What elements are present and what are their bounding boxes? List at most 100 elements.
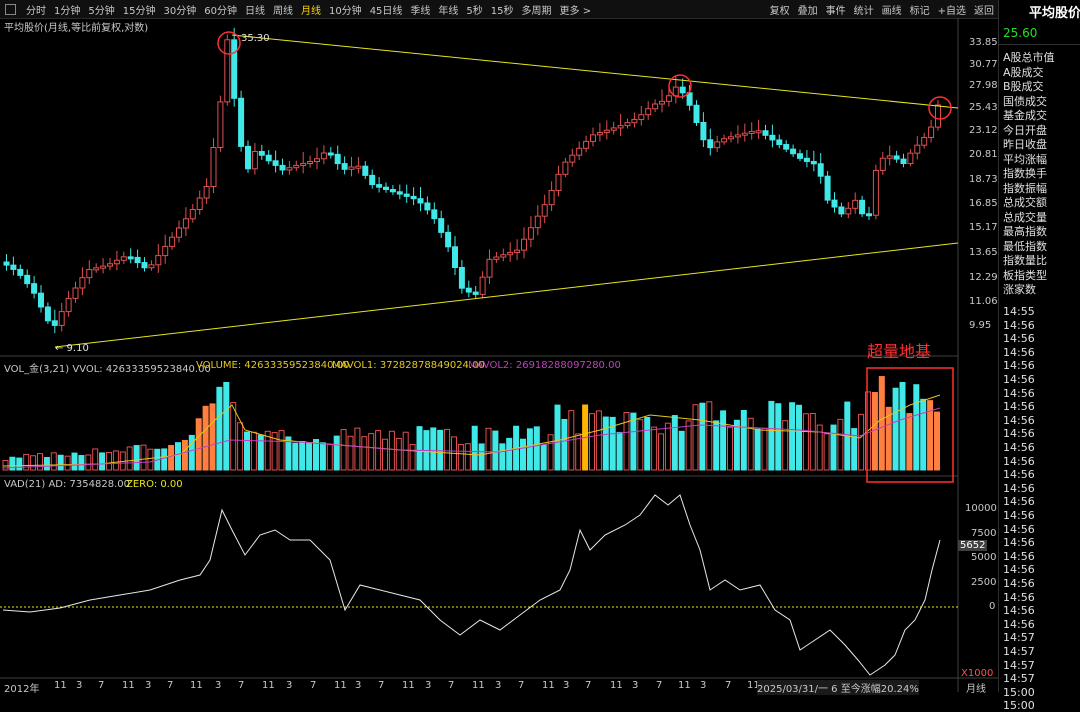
volume-bar	[706, 401, 713, 471]
volume-bar	[50, 452, 57, 471]
candlestick	[610, 127, 617, 131]
candlestick	[238, 97, 245, 147]
candlestick	[776, 139, 783, 146]
candlestick	[624, 122, 631, 127]
volume-bar	[913, 384, 920, 471]
candlestick	[728, 136, 734, 140]
candlestick	[383, 186, 389, 190]
volume-bar	[133, 445, 140, 471]
candlestick	[224, 39, 231, 103]
volume-bar	[37, 453, 43, 471]
price-axis-label: 16.85	[969, 198, 998, 209]
candlestick	[320, 152, 327, 160]
volume-bar	[768, 400, 775, 471]
vad-zero-label: ZERO: 0.00	[126, 479, 183, 490]
candlestick	[790, 148, 797, 155]
vad-unit-label: X1000	[961, 668, 994, 679]
volume-bar	[292, 442, 299, 471]
candlestick	[859, 199, 866, 215]
volume-bar	[526, 428, 533, 471]
candlestick	[17, 268, 24, 276]
volume-bar	[319, 442, 326, 471]
volume-bar	[616, 431, 623, 471]
sidebar-tick-time: 14:56	[1003, 509, 1035, 522]
candlestick	[396, 191, 403, 195]
vad-line	[2, 494, 941, 676]
candlestick	[486, 258, 493, 278]
candlestick	[72, 287, 79, 299]
volume-bar	[602, 416, 609, 471]
sidebar-tick-time: 14:56	[1003, 441, 1035, 454]
volume-bar	[430, 427, 437, 471]
time-axis-label: 7	[238, 680, 245, 691]
price-axis-label: 23.12	[969, 125, 998, 136]
volume-bar	[671, 415, 678, 471]
volume-bar	[733, 419, 740, 471]
time-axis-label: 11	[678, 680, 691, 691]
candlestick	[514, 249, 521, 253]
candlestick	[769, 134, 776, 141]
volume-bar	[830, 424, 837, 471]
candlestick	[824, 175, 831, 201]
volume-bar	[740, 409, 747, 471]
volume-bar	[802, 413, 809, 471]
sidebar-stat-item[interactable]: 涨家数	[1003, 281, 1036, 297]
volume-bar	[520, 438, 526, 471]
volume-header: VOL_金(3,21) VVOL: 42633359523840.00	[4, 364, 211, 375]
candlestick	[527, 227, 534, 240]
volume-bar	[678, 430, 685, 471]
candlestick	[120, 256, 127, 261]
price-axis-label: 33.85	[969, 37, 998, 48]
candlestick	[334, 153, 341, 165]
candlestick	[755, 130, 762, 134]
candlestick	[900, 158, 907, 165]
candlestick	[127, 256, 134, 260]
candlestick	[907, 152, 914, 164]
volume-bar	[747, 417, 754, 471]
vad-axis-label: 2500	[971, 577, 997, 588]
price-low-marker: ← 9.10	[55, 343, 89, 354]
sidebar-tick-time: 14:56	[1003, 386, 1035, 400]
candlestick	[31, 283, 38, 294]
candlestick	[327, 152, 334, 156]
volume-bar	[858, 413, 865, 471]
volume-bar	[326, 443, 333, 471]
volume-bar	[375, 430, 382, 471]
time-axis-label: 3	[495, 680, 502, 691]
sidebar-tick-time: 14:56	[1003, 549, 1035, 563]
time-axis-label: 11	[54, 680, 67, 691]
status-text: 2025/03/31/一 6 至今涨幅20.24%	[757, 680, 919, 695]
candlestick	[741, 132, 748, 136]
sidebar-tick-time: 14:56	[1003, 604, 1035, 618]
candlestick	[700, 122, 707, 141]
candlestick	[389, 189, 396, 193]
candlestick	[893, 155, 900, 160]
candlestick	[24, 274, 31, 285]
vad-axis-label: 10000	[965, 503, 997, 514]
sidebar-tick-time: 14:56	[1003, 617, 1035, 631]
volume-bar	[23, 453, 30, 471]
stock-chart[interactable]	[0, 0, 998, 692]
candlestick	[231, 39, 238, 99]
volume-bar	[478, 443, 485, 471]
volume-bar	[699, 402, 706, 471]
volume-bar	[250, 431, 257, 471]
candlestick	[362, 165, 369, 176]
candlestick	[541, 204, 548, 217]
volume-bar	[754, 428, 761, 471]
volume-bar	[920, 398, 927, 471]
time-axis-label: 3	[286, 680, 293, 691]
candlestick	[210, 147, 217, 187]
candlestick	[645, 108, 652, 116]
time-axis-label: 11	[472, 680, 485, 691]
volume-bar	[395, 437, 402, 471]
volume-bar	[775, 403, 782, 471]
volume-bar	[92, 448, 99, 471]
candlestick	[548, 189, 555, 206]
volume-bar	[630, 412, 637, 471]
sidebar-tick-time: 14:56	[1003, 345, 1035, 359]
sidebar-tick-time: 14:55	[1003, 305, 1035, 318]
candlestick	[693, 104, 700, 123]
candlestick	[245, 145, 251, 170]
time-axis-label: 11	[334, 680, 347, 691]
